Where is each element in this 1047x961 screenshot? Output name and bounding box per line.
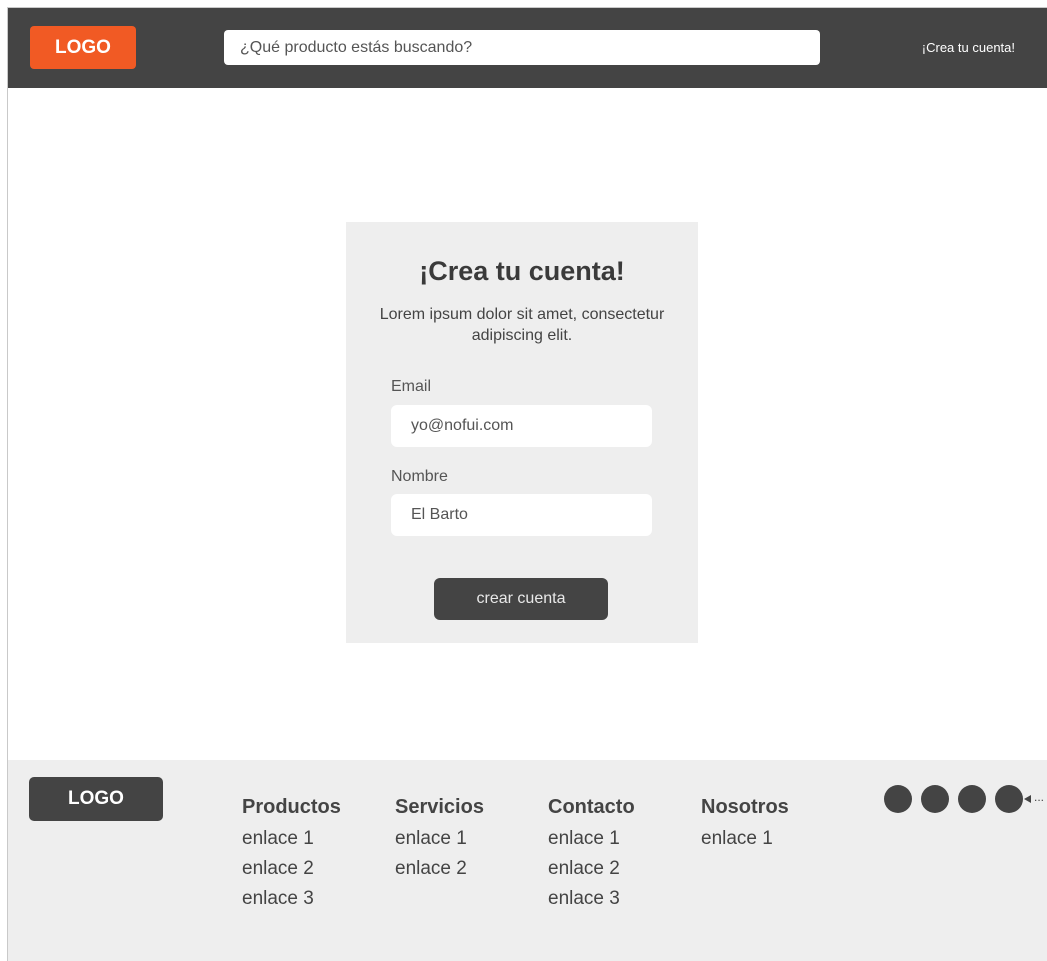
footer-logo[interactable]: LOGO bbox=[29, 777, 163, 821]
footer-link[interactable]: enlace 1 bbox=[242, 824, 341, 854]
signup-description: Lorem ipsum dolor sit amet, consectetur … bbox=[379, 306, 665, 344]
email-label: Email bbox=[391, 378, 432, 395]
header-logo[interactable]: LOGO bbox=[30, 26, 136, 69]
footer-column-servicios: Servicios enlace 1 enlace 2 bbox=[395, 794, 484, 884]
social-icon-3[interactable] bbox=[958, 785, 986, 813]
site-footer: LOGO Productos enlace 1 enlace 2 enlace … bbox=[8, 760, 1047, 961]
footer-column-productos: Productos enlace 1 enlace 2 enlace 3 bbox=[242, 794, 341, 914]
social-icon-1[interactable] bbox=[884, 785, 912, 813]
footer-column-title: Servicios bbox=[395, 796, 484, 818]
footer-column-title: Nosotros bbox=[701, 796, 789, 818]
footer-link[interactable]: enlace 2 bbox=[395, 854, 484, 884]
arrow-left-icon bbox=[1024, 795, 1031, 803]
create-account-button[interactable]: crear cuenta bbox=[434, 578, 608, 620]
social-icon-2[interactable] bbox=[921, 785, 949, 813]
footer-column-title: Contacto bbox=[548, 796, 635, 818]
name-label: Nombre bbox=[391, 468, 448, 485]
footer-link[interactable]: enlace 3 bbox=[548, 884, 635, 914]
footer-link[interactable]: enlace 1 bbox=[395, 824, 484, 854]
email-field[interactable] bbox=[391, 405, 652, 447]
name-field[interactable] bbox=[391, 494, 652, 536]
footer-column-contacto: Contacto enlace 1 enlace 2 enlace 3 bbox=[548, 794, 635, 914]
signup-title: ¡Crea tu cuenta! bbox=[419, 256, 625, 286]
create-account-link[interactable]: ¡Crea tu cuenta! bbox=[922, 39, 1015, 57]
footer-link[interactable]: enlace 2 bbox=[548, 854, 635, 884]
more-icon: ... bbox=[1034, 790, 1045, 804]
footer-column-nosotros: Nosotros enlace 1 bbox=[701, 794, 789, 854]
footer-link[interactable]: enlace 2 bbox=[242, 854, 341, 884]
footer-column-title: Productos bbox=[242, 796, 341, 818]
footer-link[interactable]: enlace 1 bbox=[548, 824, 635, 854]
social-icon-4[interactable] bbox=[995, 785, 1023, 813]
signup-card: ¡Crea tu cuenta! Lorem ipsum dolor sit a… bbox=[346, 222, 698, 643]
site-header: LOGO ¡Crea tu cuenta! bbox=[8, 8, 1047, 88]
footer-link[interactable]: enlace 3 bbox=[242, 884, 341, 914]
footer-link[interactable]: enlace 1 bbox=[701, 824, 789, 854]
search-input[interactable] bbox=[224, 30, 820, 65]
